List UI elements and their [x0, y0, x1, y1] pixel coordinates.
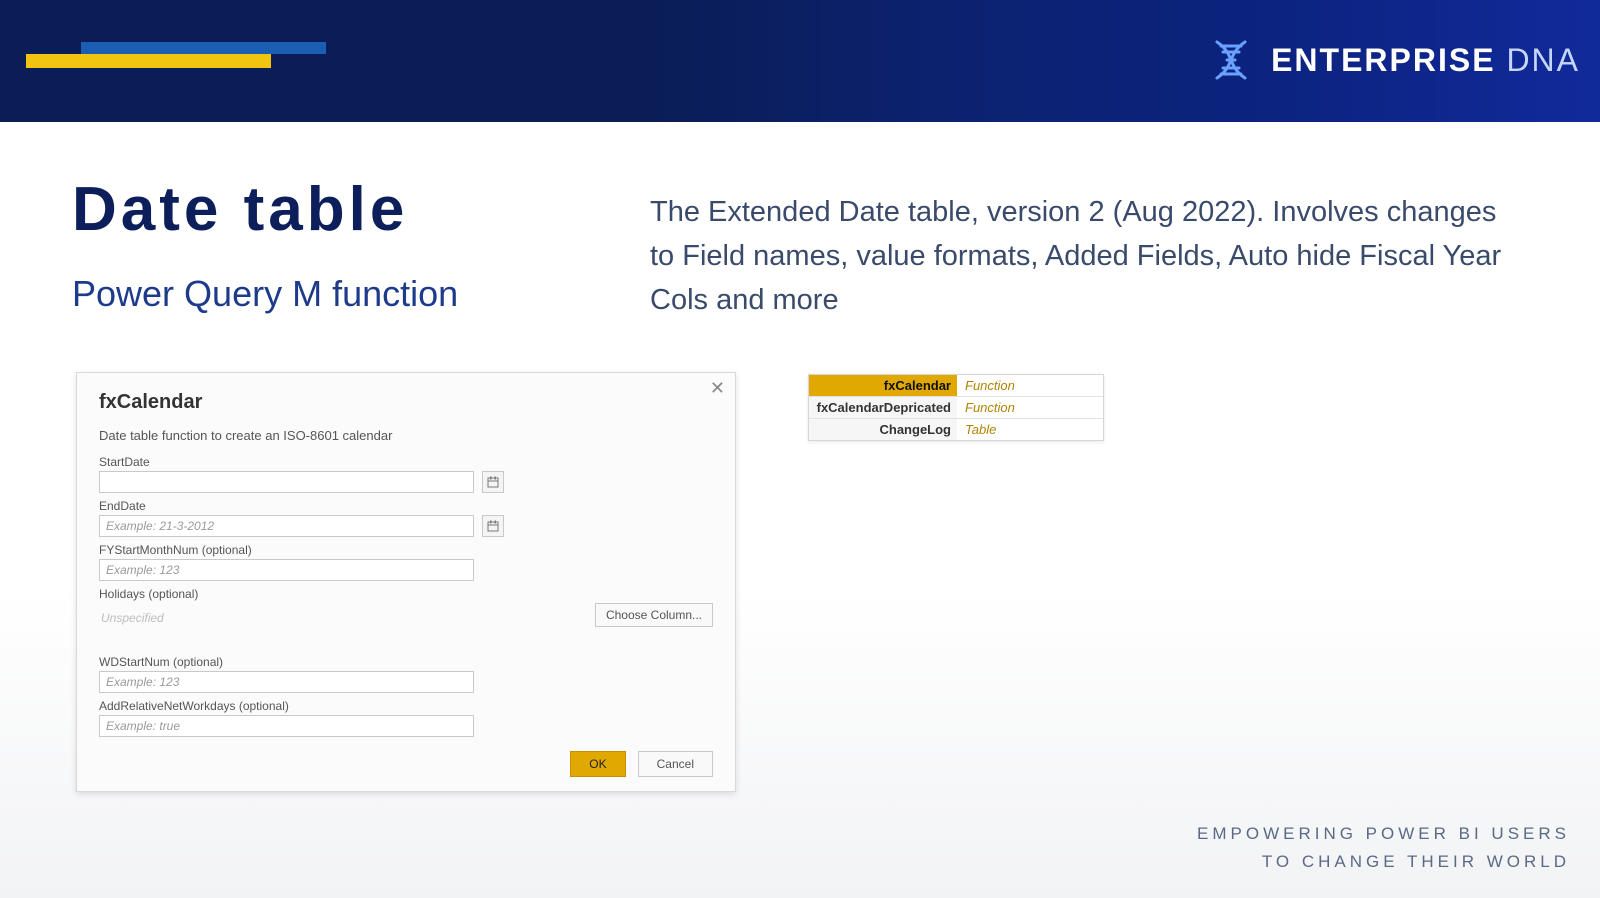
close-icon[interactable]: ✕ — [710, 379, 725, 397]
holidays-unspecified: Unspecified — [99, 609, 166, 627]
tagline: EMPOWERING POWER BI USERS TO CHANGE THEI… — [1197, 820, 1570, 876]
tagline-line-1: EMPOWERING POWER BI USERS — [1197, 820, 1570, 848]
decorative-bars — [26, 42, 326, 68]
field-fystartmonthnum: FYStartMonthNum (optional) — [99, 543, 713, 581]
field-wdstartnum: WDStartNum (optional) — [99, 655, 713, 693]
dna-icon — [1207, 36, 1255, 84]
calendar-icon[interactable] — [482, 515, 504, 537]
label-startdate: StartDate — [99, 455, 713, 469]
description-text: The Extended Date table, version 2 (Aug … — [650, 190, 1520, 322]
page-subtitle: Power Query M function — [72, 273, 458, 315]
input-fystartmonthnum[interactable] — [99, 559, 474, 581]
field-addrelativenetworkdays: AddRelativeNetWorkdays (optional) — [99, 699, 713, 737]
field-startdate: StartDate — [99, 455, 713, 493]
brand-word-1: ENTERPRISE — [1271, 42, 1495, 78]
content-area: Date table Power Query M function The Ex… — [0, 122, 1600, 898]
dialog-title: fxCalendar — [99, 391, 713, 414]
calendar-icon[interactable] — [482, 471, 504, 493]
label-wdstartnum: WDStartNum (optional) — [99, 655, 713, 669]
row-type: Function — [957, 397, 1103, 418]
brand-block: ENTERPRISE DNA — [1207, 36, 1580, 84]
dialog-footer: OK Cancel — [570, 751, 713, 777]
dialog-description: Date table function to create an ISO-860… — [99, 428, 713, 443]
choose-column-button[interactable]: Choose Column... — [595, 603, 713, 627]
queries-table: fxCalendar Function fxCalendarDepricated… — [808, 374, 1104, 441]
bar-yellow — [26, 54, 271, 68]
cancel-button[interactable]: Cancel — [638, 751, 713, 777]
field-enddate: EndDate — [99, 499, 713, 537]
ok-button[interactable]: OK — [570, 751, 625, 777]
table-row[interactable]: fxCalendarDepricated Function — [809, 397, 1103, 419]
title-block: Date table Power Query M function — [72, 174, 458, 315]
row-name: fxCalendarDepricated — [809, 397, 957, 418]
input-startdate[interactable] — [99, 471, 474, 493]
row-type: Function — [957, 375, 1103, 396]
row-type: Table — [957, 419, 1103, 440]
label-fystartmonthnum: FYStartMonthNum (optional) — [99, 543, 713, 557]
page-title: Date table — [72, 174, 458, 245]
table-row[interactable]: fxCalendar Function — [809, 375, 1103, 397]
input-addrelativenetworkdays[interactable] — [99, 715, 474, 737]
input-wdstartnum[interactable] — [99, 671, 474, 693]
brand-word-2: DNA — [1506, 42, 1580, 78]
label-holidays: Holidays (optional) — [99, 587, 713, 601]
table-row[interactable]: ChangeLog Table — [809, 419, 1103, 440]
label-addrelativenetworkdays: AddRelativeNetWorkdays (optional) — [99, 699, 713, 713]
label-enddate: EndDate — [99, 499, 713, 513]
bar-blue — [81, 42, 326, 54]
field-holidays: Holidays (optional) Unspecified Choose C… — [99, 587, 713, 627]
function-dialog: ✕ fxCalendar Date table function to crea… — [76, 372, 736, 792]
brand-text: ENTERPRISE DNA — [1271, 42, 1580, 79]
row-name: fxCalendar — [809, 375, 957, 396]
tagline-line-2: TO CHANGE THEIR WORLD — [1197, 848, 1570, 876]
input-enddate[interactable] — [99, 515, 474, 537]
top-banner: ENTERPRISE DNA — [0, 0, 1600, 122]
row-name: ChangeLog — [809, 419, 957, 440]
